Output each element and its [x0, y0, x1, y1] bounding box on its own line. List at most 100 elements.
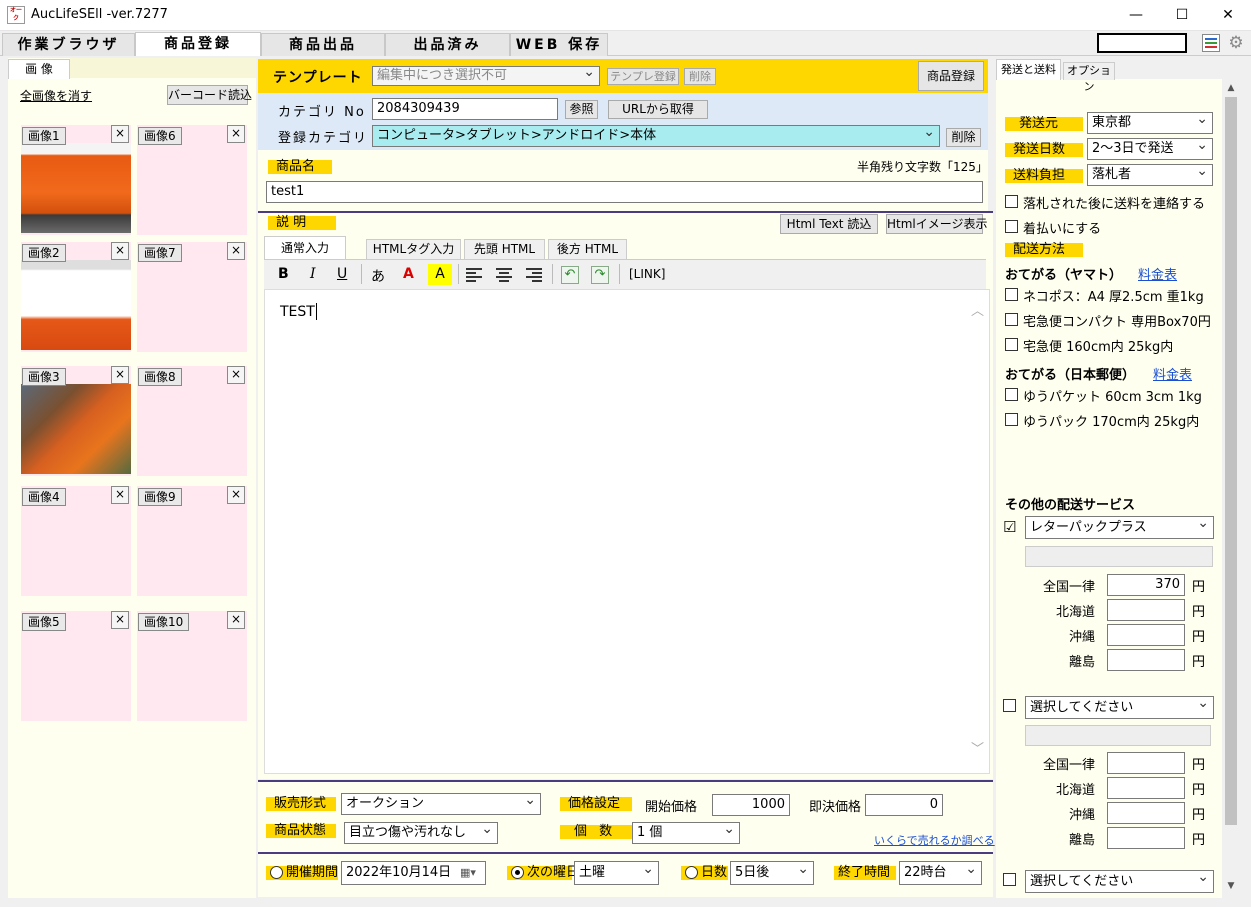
days-radio[interactable]: [685, 866, 698, 879]
period-option[interactable]: 開催期間: [266, 866, 338, 880]
service2-select[interactable]: 選択してください: [1025, 696, 1214, 719]
close-button[interactable]: ✕: [1205, 0, 1251, 30]
tab-browser[interactable]: 作業ブラウザ: [2, 33, 135, 56]
origin-select[interactable]: 東京都: [1087, 112, 1213, 134]
shipping-option-checkbox[interactable]: [1005, 413, 1018, 426]
tab-head-html[interactable]: 先頭 HTML: [464, 239, 545, 259]
buyout-price-input[interactable]: 0: [865, 794, 943, 816]
html-image-view-button[interactable]: Htmlイメージ表示: [886, 214, 988, 234]
weekday-option[interactable]: 次の曜日: [507, 866, 579, 880]
ship-days-select[interactable]: 2〜3日で発送: [1087, 138, 1213, 160]
service1-select[interactable]: レターパックプラス: [1025, 516, 1214, 539]
remove-image-icon[interactable]: ×: [227, 486, 245, 504]
remove-image-icon[interactable]: ×: [111, 125, 129, 143]
remove-image-icon[interactable]: ×: [111, 486, 129, 504]
clear-all-images-link[interactable]: 全画像を消す: [20, 87, 92, 104]
tab-listed[interactable]: 出品済み: [385, 33, 510, 56]
start-price-input[interactable]: 1000: [712, 794, 790, 816]
yamato-fee-link[interactable]: 料金表: [1138, 264, 1177, 283]
price-research-link[interactable]: いくらで売れるか調べる: [874, 832, 995, 848]
register-category-select[interactable]: コンピュータ>タブレット>アンドロイド>本体: [372, 125, 940, 147]
tab-normal-input[interactable]: 通常入力: [264, 236, 346, 259]
tab-listing[interactable]: 商品出品: [261, 33, 385, 56]
remove-image-icon[interactable]: ×: [111, 611, 129, 629]
product-photo[interactable]: [21, 260, 131, 350]
tab-html-tag[interactable]: HTMLタグ入力: [366, 239, 461, 259]
underline-button[interactable]: U: [337, 266, 347, 282]
region-price-input[interactable]: 370: [1107, 574, 1185, 596]
shipping-burden-select[interactable]: 落札者: [1087, 164, 1213, 186]
service1-checkbox[interactable]: ☑: [1003, 518, 1016, 536]
region-price-input[interactable]: [1107, 599, 1185, 621]
item-name-input[interactable]: test1: [266, 181, 983, 203]
url-fetch-button[interactable]: URLから取得: [608, 100, 708, 119]
description-editor[interactable]: TEST ︿ ﹀: [264, 289, 990, 774]
right-scrollbar[interactable]: ▲ ▼: [1223, 80, 1239, 896]
region-price-input[interactable]: [1107, 827, 1185, 849]
align-center-icon[interactable]: [496, 268, 512, 282]
sale-format-select[interactable]: オークション: [341, 793, 541, 815]
service2-note-field[interactable]: [1025, 725, 1211, 746]
bold-button[interactable]: B: [278, 266, 289, 282]
shipping-option-checkbox[interactable]: [1005, 388, 1018, 401]
tab-images[interactable]: 画 像: [8, 59, 70, 79]
redo-icon[interactable]: ↷: [591, 266, 609, 284]
kana-button[interactable]: あ: [371, 266, 385, 286]
remove-image-icon[interactable]: ×: [111, 366, 129, 384]
link-button[interactable]: [LINK]: [629, 267, 665, 281]
highlight-button[interactable]: A: [428, 264, 452, 285]
category-ref-button[interactable]: 参照: [565, 100, 598, 119]
weekday-radio[interactable]: [511, 866, 524, 879]
shipping-option-checkbox[interactable]: [1005, 288, 1018, 301]
gear-icon[interactable]: ⚙: [1226, 33, 1246, 53]
html-text-read-button[interactable]: Html Text 読込: [780, 214, 878, 234]
scroll-down-icon[interactable]: ﹀: [971, 738, 984, 757]
date-picker[interactable]: 2022年10月14日 ▦▾: [341, 861, 486, 885]
shipping-option-checkbox[interactable]: [1005, 338, 1018, 351]
region-price-input[interactable]: [1107, 802, 1185, 824]
remove-image-icon[interactable]: ×: [111, 242, 129, 260]
maximize-button[interactable]: ☐: [1159, 0, 1205, 30]
tab-options[interactable]: オプション: [1063, 62, 1115, 93]
days-select[interactable]: 5日後: [730, 861, 814, 885]
category-delete-button[interactable]: 削除: [946, 128, 981, 147]
notify-shipping-checkbox[interactable]: [1005, 195, 1018, 208]
undo-icon[interactable]: ↶: [561, 266, 579, 284]
tab-register[interactable]: 商品登録: [135, 32, 261, 56]
weekday-select[interactable]: 土曜: [574, 861, 659, 885]
scrollbar-thumb[interactable]: [1225, 97, 1237, 825]
align-right-icon[interactable]: [526, 268, 542, 282]
font-color-button[interactable]: A: [403, 266, 414, 282]
japanpost-fee-link[interactable]: 料金表: [1153, 364, 1192, 383]
service3-checkbox[interactable]: [1003, 873, 1016, 886]
tab-tail-html[interactable]: 後方 HTML: [548, 239, 627, 259]
align-left-icon[interactable]: [466, 268, 482, 282]
template-delete-button[interactable]: 削除: [684, 68, 716, 85]
italic-button[interactable]: I: [310, 266, 316, 282]
category-no-input[interactable]: 2084309439: [372, 98, 558, 120]
service2-checkbox[interactable]: [1003, 699, 1016, 712]
remove-image-icon[interactable]: ×: [227, 242, 245, 260]
region-price-input[interactable]: [1107, 752, 1185, 774]
quantity-select[interactable]: 1 個: [632, 822, 740, 844]
period-radio[interactable]: [270, 866, 283, 879]
remove-image-icon[interactable]: ×: [227, 611, 245, 629]
remove-image-icon[interactable]: ×: [227, 366, 245, 384]
template-register-button[interactable]: テンプレ登録: [607, 68, 679, 85]
region-price-input[interactable]: [1107, 777, 1185, 799]
scroll-up-icon[interactable]: ︿: [971, 300, 984, 319]
cod-checkbox[interactable]: [1005, 220, 1018, 233]
layout-icon[interactable]: [1202, 34, 1220, 52]
days-option[interactable]: 日数: [681, 866, 728, 880]
shipping-option-checkbox[interactable]: [1005, 313, 1018, 326]
template-select[interactable]: 編集中につき選択不可: [372, 66, 600, 86]
tab-web-save[interactable]: WEB 保存: [510, 33, 608, 56]
condition-select[interactable]: 目立つ傷や汚れなし: [344, 822, 498, 844]
product-photo[interactable]: [21, 143, 131, 233]
region-price-input[interactable]: [1107, 624, 1185, 646]
region-price-input[interactable]: [1107, 649, 1185, 671]
calendar-icon[interactable]: ▦▾: [460, 862, 476, 884]
minimize-button[interactable]: —: [1113, 0, 1159, 30]
tab-shipping[interactable]: 発送と送料: [996, 59, 1061, 80]
service3-select[interactable]: 選択してください: [1025, 870, 1214, 893]
